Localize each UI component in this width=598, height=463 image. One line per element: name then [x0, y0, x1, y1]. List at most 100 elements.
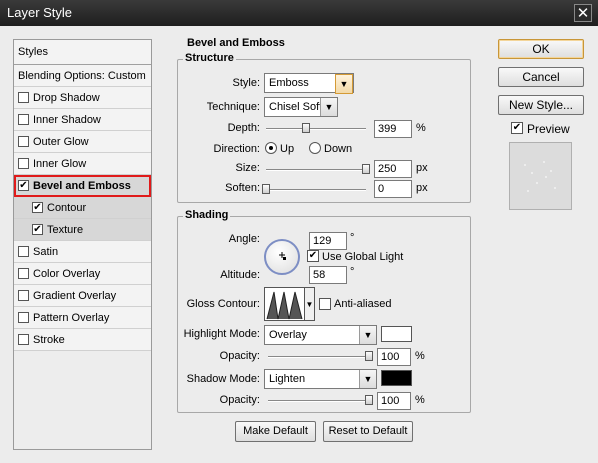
shadow-mode-select[interactable]: Lighten ▼ [264, 369, 377, 389]
style-item-checkbox[interactable] [18, 136, 29, 147]
new-style-button[interactable]: New Style... [498, 95, 584, 115]
style-select[interactable]: Emboss ▼ [264, 73, 354, 94]
style-item-checkbox[interactable] [18, 268, 29, 279]
style-item-checkbox[interactable] [18, 246, 29, 257]
style-item-color-overlay[interactable]: Color Overlay [14, 263, 151, 285]
style-item-drop-shadow[interactable]: Drop Shadow [14, 87, 151, 109]
style-item-label: Satin [33, 246, 59, 258]
style-item-label: Pattern Overlay [33, 312, 110, 324]
shadow-mode-label: Shadow Mode: [186, 373, 260, 385]
size-unit: px [416, 162, 428, 174]
style-item-contour[interactable]: ✔ Contour [14, 197, 151, 219]
style-item-checkbox[interactable] [18, 114, 29, 125]
highlight-opacity-input[interactable]: 100 [377, 348, 411, 366]
styles-header[interactable]: Styles [14, 40, 151, 65]
depth-unit: % [416, 122, 426, 134]
angle-crosshair-icon [279, 252, 286, 260]
direction-down-radio[interactable] [309, 142, 321, 154]
make-default-button[interactable]: Make Default [235, 421, 316, 442]
shadow-opacity-input[interactable]: 100 [377, 392, 411, 410]
technique-label: Technique: [206, 101, 260, 113]
preview-label: Preview [527, 122, 570, 136]
style-item-label: Texture [47, 224, 84, 236]
ok-button[interactable]: OK [498, 39, 584, 59]
direction-up-radio[interactable] [265, 142, 277, 154]
style-item-label: Stroke [33, 334, 65, 346]
shadow-opacity-thumb[interactable] [365, 395, 373, 405]
close-button[interactable]: ✕ [574, 4, 592, 22]
style-item-checkbox[interactable] [18, 158, 29, 169]
anti-aliased-checkbox[interactable] [319, 298, 331, 310]
size-slider-thumb[interactable] [362, 164, 370, 174]
styles-header-label: Styles [18, 46, 48, 58]
depth-slider-thumb[interactable] [302, 123, 310, 133]
angle-input[interactable]: 129 [309, 232, 347, 250]
depth-input[interactable]: 399 [374, 120, 412, 138]
highlight-mode-value: Overlay [269, 329, 307, 341]
style-item-bevel-and-emboss[interactable]: ✔ Bevel and Emboss [14, 175, 151, 197]
soften-slider-track[interactable] [266, 189, 366, 191]
global-light-checkbox[interactable]: ✔ [307, 250, 319, 262]
style-item-blending-options-custom[interactable]: Blending Options: Custom [14, 65, 151, 87]
preview-thumbnail [509, 142, 572, 210]
style-item-checkbox[interactable] [18, 92, 29, 103]
highlight-opacity-track[interactable] [268, 356, 369, 358]
style-item-checkbox[interactable]: ✔ [32, 224, 43, 235]
style-item-label: Blending Options: Custom [18, 70, 146, 82]
global-light-label: Use Global Light [322, 251, 404, 263]
highlight-color-swatch[interactable] [381, 326, 412, 342]
style-item-checkbox[interactable] [18, 334, 29, 345]
style-item-stroke[interactable]: Stroke [14, 329, 151, 351]
style-item-inner-glow[interactable]: Inner Glow [14, 153, 151, 175]
angle-label: Angle: [228, 233, 260, 245]
technique-select-value: Chisel Soft [269, 101, 323, 113]
style-item-checkbox[interactable] [18, 290, 29, 301]
highlight-opacity-thumb[interactable] [365, 351, 373, 361]
depth-slider-track[interactable] [266, 128, 366, 130]
reset-to-default-button[interactable]: Reset to Default [323, 421, 413, 442]
shading-title: Shading [183, 209, 231, 221]
style-item-checkbox[interactable]: ✔ [32, 202, 43, 213]
style-item-gradient-overlay[interactable]: Gradient Overlay [14, 285, 151, 307]
direction-down-label: Down [324, 143, 353, 155]
gloss-contour-label: Gloss Contour: [186, 298, 260, 310]
style-item-texture[interactable]: ✔ Texture [14, 219, 151, 241]
style-label: Style: [232, 77, 260, 89]
style-item-label: Outer Glow [33, 136, 89, 148]
shadow-color-swatch[interactable] [381, 370, 412, 386]
angle-unit: ° [350, 232, 355, 244]
style-item-pattern-overlay[interactable]: Pattern Overlay [14, 307, 151, 329]
styles-list: Styles Blending Options: Custom Drop Shad… [13, 39, 152, 450]
technique-select[interactable]: Chisel Soft ▼ [264, 97, 338, 117]
section-title: Bevel and Emboss [187, 37, 285, 49]
highlight-mode-select[interactable]: Overlay ▼ [264, 325, 377, 345]
size-input[interactable]: 250 [374, 160, 412, 178]
angle-dial[interactable] [264, 239, 300, 275]
preview-checkbox[interactable]: ✔ [511, 122, 523, 134]
style-item-inner-shadow[interactable]: Inner Shadow [14, 109, 151, 131]
altitude-unit: ° [350, 266, 355, 278]
style-item-label: Bevel and Emboss [33, 180, 131, 192]
style-item-checkbox[interactable]: ✔ [18, 180, 29, 191]
soften-slider-thumb[interactable] [262, 184, 270, 194]
chevron-down-icon: ▼ [359, 370, 376, 388]
style-item-label: Inner Glow [33, 158, 87, 170]
chevron-down-icon: ▼ [335, 74, 353, 94]
style-item-label: Gradient Overlay [33, 290, 117, 302]
shadow-opacity-track[interactable] [268, 400, 369, 402]
checkmark-icon: ✔ [308, 250, 318, 261]
style-item-label: Inner Shadow [33, 114, 101, 126]
gloss-contour-picker[interactable] [264, 287, 305, 321]
chevron-down-icon[interactable]: ▼ [305, 287, 315, 321]
style-item-checkbox[interactable] [18, 312, 29, 323]
depth-label: Depth: [227, 122, 260, 134]
soften-input[interactable]: 0 [374, 180, 412, 198]
style-item-label: Drop Shadow [33, 92, 100, 104]
cancel-button[interactable]: Cancel [498, 67, 584, 87]
style-item-outer-glow[interactable]: Outer Glow [14, 131, 151, 153]
style-item-label: Contour [47, 202, 87, 214]
size-slider-track[interactable] [266, 169, 366, 171]
altitude-input[interactable]: 58 [309, 266, 347, 284]
style-item-satin[interactable]: Satin [14, 241, 151, 263]
checkmark-icon: ✔ [33, 202, 42, 213]
